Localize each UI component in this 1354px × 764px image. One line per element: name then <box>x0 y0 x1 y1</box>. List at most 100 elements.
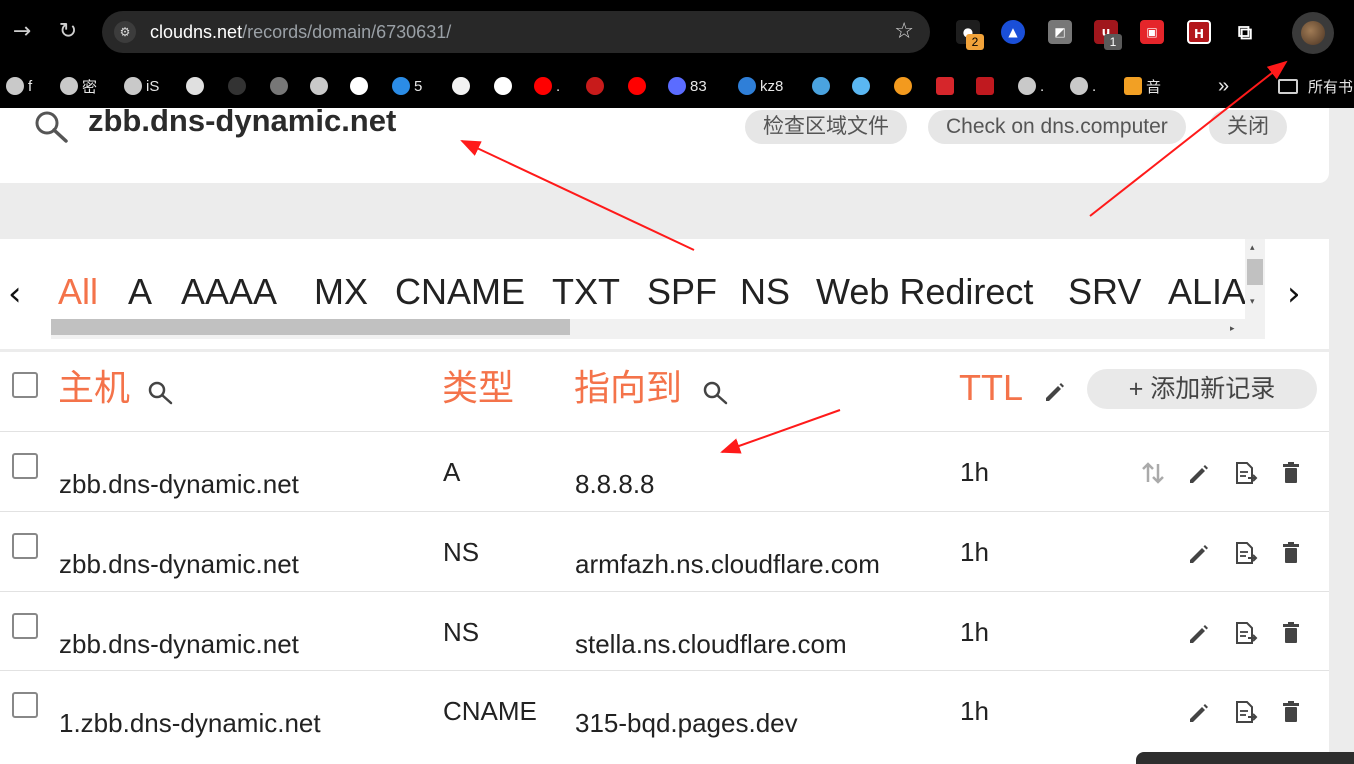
vertical-scrollbar[interactable] <box>1245 239 1265 339</box>
search-host-icon[interactable] <box>147 380 175 406</box>
bookmark-item[interactable] <box>976 72 994 100</box>
export-record-icon[interactable] <box>1232 540 1258 566</box>
cell-points-to[interactable]: stella.ns.cloudflare.com <box>575 628 847 660</box>
bookmark-item[interactable] <box>852 72 870 100</box>
table-row[interactable]: zbb.dns-dynamic.net NS stella.ns.cloudflar… <box>0 591 1329 671</box>
bookmark-item[interactable] <box>310 72 328 100</box>
bookmark-item[interactable]: 83 <box>668 72 707 100</box>
scroll-down-arrow-icon[interactable]: ▾ <box>1250 297 1255 307</box>
priority-sort-icon[interactable] <box>1140 460 1166 486</box>
bookmark-item[interactable]: . <box>1070 72 1096 100</box>
tab-srv[interactable]: SRV <box>1068 271 1141 313</box>
tab-txt[interactable]: TXT <box>552 271 620 313</box>
row-checkbox[interactable] <box>12 613 38 639</box>
table-row[interactable]: zbb.dns-dynamic.net A 8.8.8.8 1h <box>0 431 1329 511</box>
bookmark-item[interactable]: 音 <box>1124 72 1161 100</box>
bookmark-item[interactable] <box>494 72 512 100</box>
search-icon[interactable] <box>32 110 72 146</box>
tab-a[interactable]: A <box>128 271 152 313</box>
bookmark-item[interactable]: 5 <box>392 72 422 100</box>
bookmark-item[interactable] <box>350 72 368 100</box>
tab-all[interactable]: All <box>58 271 98 313</box>
cell-host[interactable]: zbb.dns-dynamic.net <box>59 628 299 660</box>
bookmark-item[interactable]: . <box>1018 72 1044 100</box>
extensions-puzzle-icon[interactable]: ⧉ <box>1233 20 1257 44</box>
profile-avatar[interactable] <box>1292 12 1334 54</box>
row-checkbox[interactable] <box>12 533 38 559</box>
table-row[interactable]: 1.zbb.dns-dynamic.net CNAME 315-bqd.pages.… <box>0 670 1329 750</box>
search-points-to-icon[interactable] <box>702 380 730 406</box>
cell-points-to[interactable]: 8.8.8.8 <box>575 468 655 500</box>
gmail-icon <box>350 77 368 95</box>
row-checkbox[interactable] <box>12 692 38 718</box>
tab-cname[interactable]: CNAME <box>395 271 525 313</box>
reload-icon[interactable]: ↻ <box>56 20 80 44</box>
row-checkbox[interactable] <box>12 453 38 479</box>
export-record-icon[interactable] <box>1232 699 1258 725</box>
close-button[interactable]: 关闭 <box>1209 110 1287 144</box>
scroll-right-arrow-icon[interactable]: ▸ <box>1230 324 1235 334</box>
delete-record-icon[interactable] <box>1278 460 1304 486</box>
more-bookmarks-icon[interactable]: » <box>1218 72 1229 100</box>
delete-record-icon[interactable] <box>1278 540 1304 566</box>
edit-record-icon[interactable] <box>1186 620 1212 646</box>
scroll-up-arrow-icon[interactable]: ▴ <box>1250 243 1255 253</box>
tabs-scroll-left-icon[interactable]: ‹ <box>8 277 22 311</box>
add-record-button[interactable]: + 添加新记录 <box>1087 369 1317 409</box>
header-type[interactable]: 类型 <box>442 367 514 409</box>
cell-host[interactable]: 1.zbb.dns-dynamic.net <box>59 707 321 739</box>
bookmark-item[interactable]: kz8 <box>738 72 783 100</box>
address-bar[interactable]: ⚙ cloudns.net/records/domain/6730631/ ☆ <box>102 11 930 53</box>
edit-record-icon[interactable] <box>1186 540 1212 566</box>
bookmark-item[interactable] <box>186 72 204 100</box>
url-text[interactable]: cloudns.net/records/domain/6730631/ <box>150 22 451 42</box>
delete-record-icon[interactable] <box>1278 699 1304 725</box>
tab-ns[interactable]: NS <box>740 271 790 313</box>
edit-ttl-icon[interactable] <box>1041 378 1069 404</box>
forward-icon[interactable]: → <box>10 20 34 44</box>
extension-h-icon[interactable]: H <box>1187 20 1211 44</box>
tabs-scroll-right-icon[interactable]: › <box>1287 277 1301 311</box>
table-row[interactable]: zbb.dns-dynamic.net NS armfazh.ns.cloudfla… <box>0 511 1329 591</box>
tab-mx[interactable]: MX <box>314 271 368 313</box>
tab-spf[interactable]: SPF <box>647 271 717 313</box>
header-points-to[interactable]: 指向到 <box>574 367 682 409</box>
bookmark-item[interactable] <box>812 72 830 100</box>
vertical-scrollbar-thumb[interactable] <box>1247 259 1263 285</box>
extension-square-icon[interactable]: ◩ <box>1048 20 1072 44</box>
site-info-icon[interactable]: ⚙ <box>114 21 136 43</box>
cell-points-to[interactable]: 315-bqd.pages.dev <box>575 707 798 739</box>
horizontal-scrollbar-thumb[interactable] <box>51 319 570 335</box>
cell-host[interactable]: zbb.dns-dynamic.net <box>59 548 299 580</box>
export-record-icon[interactable] <box>1232 620 1258 646</box>
bookmark-item[interactable] <box>936 72 954 100</box>
check-zone-file-button[interactable]: 检查区域文件 <box>745 110 907 144</box>
check-dns-computer-button[interactable]: Check on dns.computer <box>928 110 1186 144</box>
bookmark-item[interactable] <box>270 72 288 100</box>
tab-aaaa[interactable]: AAAA <box>181 271 277 313</box>
extension-triangle-icon[interactable]: ▲ <box>1001 20 1025 44</box>
bookmark-item[interactable]: 密 <box>60 72 97 100</box>
bookmark-item[interactable] <box>586 72 604 100</box>
extension-red-icon[interactable]: ▣ <box>1140 20 1164 44</box>
edit-record-icon[interactable] <box>1186 460 1212 486</box>
bookmark-item[interactable]: . <box>534 72 560 100</box>
cell-host[interactable]: zbb.dns-dynamic.net <box>59 468 299 500</box>
header-ttl[interactable]: TTL <box>959 367 1023 409</box>
cell-points-to[interactable]: armfazh.ns.cloudflare.com <box>575 548 880 580</box>
domain-title[interactable]: zbb.dns-dynamic.net <box>88 102 396 140</box>
bookmark-item[interactable]: iS <box>124 72 159 100</box>
all-bookmarks-folder[interactable]: 所有书 <box>1278 72 1353 100</box>
bookmark-item[interactable] <box>228 72 246 100</box>
export-record-icon[interactable] <box>1232 460 1258 486</box>
bookmark-item[interactable] <box>894 72 912 100</box>
bookmark-item[interactable] <box>628 72 646 100</box>
edit-record-icon[interactable] <box>1186 699 1212 725</box>
bookmark-item[interactable] <box>452 72 470 100</box>
header-host[interactable]: 主机 <box>58 367 130 409</box>
bookmark-item[interactable]: f <box>6 72 32 100</box>
tab-web-redirect[interactable]: Web Redirect <box>816 271 1033 313</box>
select-all-checkbox[interactable] <box>12 372 38 398</box>
bookmark-star-icon[interactable]: ☆ <box>894 19 914 44</box>
delete-record-icon[interactable] <box>1278 620 1304 646</box>
